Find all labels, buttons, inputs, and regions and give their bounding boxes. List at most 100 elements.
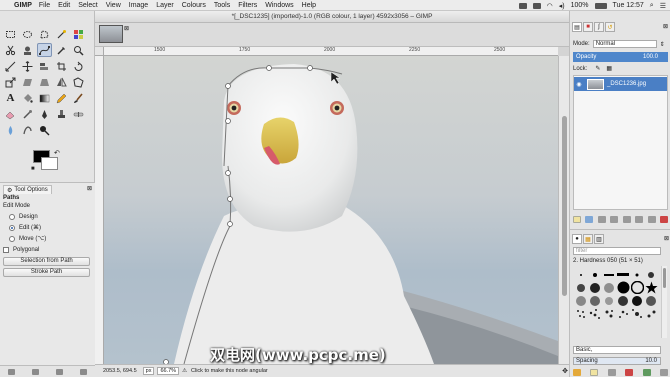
brush-item[interactable] (588, 281, 602, 294)
radio-icon[interactable] (9, 213, 15, 220)
airbrush-tool-icon[interactable] (20, 107, 35, 121)
image-canvas[interactable] (104, 56, 558, 364)
select-by-color-tool-icon[interactable] (71, 27, 86, 41)
brush-item[interactable] (602, 294, 616, 307)
delete-brush-icon[interactable] (625, 368, 634, 376)
layer-mode-select[interactable]: Normal (592, 40, 657, 48)
brush-item[interactable] (602, 268, 616, 281)
opacity-value[interactable]: 100.0 (643, 52, 658, 62)
menu-file[interactable]: File (39, 2, 50, 9)
refresh-brushes-icon[interactable] (642, 368, 651, 376)
brush-item[interactable] (630, 294, 644, 307)
close-tab-icon[interactable]: ⊠ (87, 185, 92, 192)
clone-tool-icon[interactable] (54, 107, 69, 121)
brush-item[interactable] (616, 268, 630, 281)
new-brush-icon[interactable] (590, 368, 599, 376)
menu-windows[interactable]: Windows (265, 2, 293, 9)
vertical-ruler[interactable] (95, 56, 104, 364)
horizontal-ruler[interactable]: 1500 1750 2000 2250 2500 (104, 47, 558, 56)
undo-history-tab-icon[interactable]: ↺ (605, 22, 615, 32)
brush-item[interactable] (630, 281, 644, 294)
ellipse-select-tool-icon[interactable] (20, 27, 35, 41)
brush-item[interactable] (602, 281, 616, 294)
layer-name[interactable]: _DSC1236.jpg (607, 81, 646, 87)
color-picker-tool-icon[interactable] (54, 43, 69, 57)
navigate-icon[interactable]: ✥ (562, 367, 568, 375)
brush-item[interactable] (616, 281, 630, 294)
spotlight-search-icon[interactable]: ⌕ (650, 2, 654, 10)
spacing-slider[interactable]: Spacing 10.0 (573, 357, 661, 365)
polygonal-checkbox-row[interactable]: Polygonal (3, 244, 92, 255)
radio-icon[interactable] (9, 235, 15, 242)
brush-item[interactable] (616, 294, 630, 307)
cage-transform-tool-icon[interactable] (71, 75, 86, 89)
paths-tool-icon[interactable] (37, 43, 52, 57)
new-layer-group-icon[interactable] (585, 215, 594, 223)
brush-item[interactable] (644, 307, 658, 320)
default-colors-icon[interactable]: ■ (31, 166, 35, 172)
brushes-tab-icon[interactable]: ● (572, 234, 582, 244)
mode-dropdown-icon[interactable]: ⇕ (660, 41, 665, 48)
move-tool-icon[interactable] (20, 59, 35, 73)
zoom-tool-icon[interactable] (71, 43, 86, 57)
heal-tool-icon[interactable] (71, 107, 86, 121)
blur-tool-icon[interactable] (3, 123, 18, 137)
menu-layer[interactable]: Layer (156, 2, 174, 9)
duplicate-layer-icon[interactable] (622, 215, 631, 223)
brush-item[interactable] (644, 281, 658, 294)
brushes-scrollbar[interactable] (661, 266, 667, 338)
close-image-icon[interactable]: ⊠ (124, 25, 129, 32)
brush-item[interactable] (644, 268, 658, 281)
ink-tool-icon[interactable] (37, 107, 52, 121)
clock[interactable]: Tue 12:57 (613, 2, 644, 9)
brush-filter-input[interactable]: filter (573, 247, 661, 255)
app-name-menu[interactable]: GIMP (14, 2, 32, 9)
radio-checked-icon[interactable] (9, 224, 15, 231)
cloud-icon[interactable] (518, 2, 527, 9)
scale-tool-icon[interactable] (3, 75, 18, 89)
smudge-tool-icon[interactable] (20, 123, 35, 137)
mode-design-radio[interactable]: Design (3, 211, 92, 222)
scrollbar-thumb[interactable] (562, 116, 567, 296)
lock-alpha-icon[interactable]: ▦ (606, 65, 612, 72)
delete-options-icon[interactable] (55, 368, 63, 375)
image-thumbnail-tab[interactable] (99, 25, 123, 43)
eraser-tool-icon[interactable] (3, 107, 18, 121)
bluetooth-icon[interactable] (532, 2, 541, 9)
shear-tool-icon[interactable] (20, 75, 35, 89)
align-tool-icon[interactable] (37, 59, 52, 73)
menu-colours[interactable]: Colours (182, 2, 206, 9)
blend-tool-icon[interactable] (37, 91, 52, 105)
battery-icon[interactable] (594, 2, 607, 9)
layers-tab-icon[interactable]: ▤ (572, 22, 582, 32)
menu-filters[interactable]: Filters (238, 2, 257, 9)
spacing-value[interactable]: 10.0 (645, 358, 657, 364)
foreground-select-tool-icon[interactable] (20, 43, 35, 57)
mode-move-radio[interactable]: Move (⌥) (3, 233, 92, 244)
open-brush-as-image-icon[interactable] (659, 368, 668, 376)
duplicate-brush-icon[interactable] (607, 368, 616, 376)
crop-tool-icon[interactable] (54, 59, 69, 73)
edit-brush-icon[interactable] (573, 368, 581, 376)
vertical-scrollbar[interactable] (558, 56, 569, 364)
stroke-path-button[interactable]: Stroke Path (3, 268, 90, 277)
menu-image[interactable]: Image (129, 2, 148, 9)
save-options-icon[interactable] (8, 368, 16, 375)
visibility-eye-icon[interactable]: ◉ (574, 81, 584, 88)
brush-item[interactable] (602, 307, 616, 320)
menu-select[interactable]: Select (78, 2, 97, 9)
pencil-tool-icon[interactable] (54, 91, 69, 105)
brush-item[interactable] (574, 281, 588, 294)
perspective-tool-icon[interactable] (37, 75, 52, 89)
brush-item[interactable] (574, 268, 588, 281)
brush-item[interactable] (574, 307, 588, 320)
mode-edit-radio[interactable]: Edit (⌘) (3, 222, 92, 233)
close-brushes-tab-icon[interactable]: ⊠ (664, 235, 669, 242)
brush-item[interactable] (616, 307, 630, 320)
tab-tool-options[interactable]: ⚙ Tool Options (3, 185, 52, 194)
brush-preset-select[interactable]: Basic, (573, 346, 661, 354)
patterns-tab-icon[interactable]: ▦ (583, 234, 593, 244)
swap-colors-icon[interactable]: ↶ (54, 149, 60, 157)
delete-layer-icon[interactable] (659, 215, 668, 223)
menu-view[interactable]: View (106, 2, 121, 9)
